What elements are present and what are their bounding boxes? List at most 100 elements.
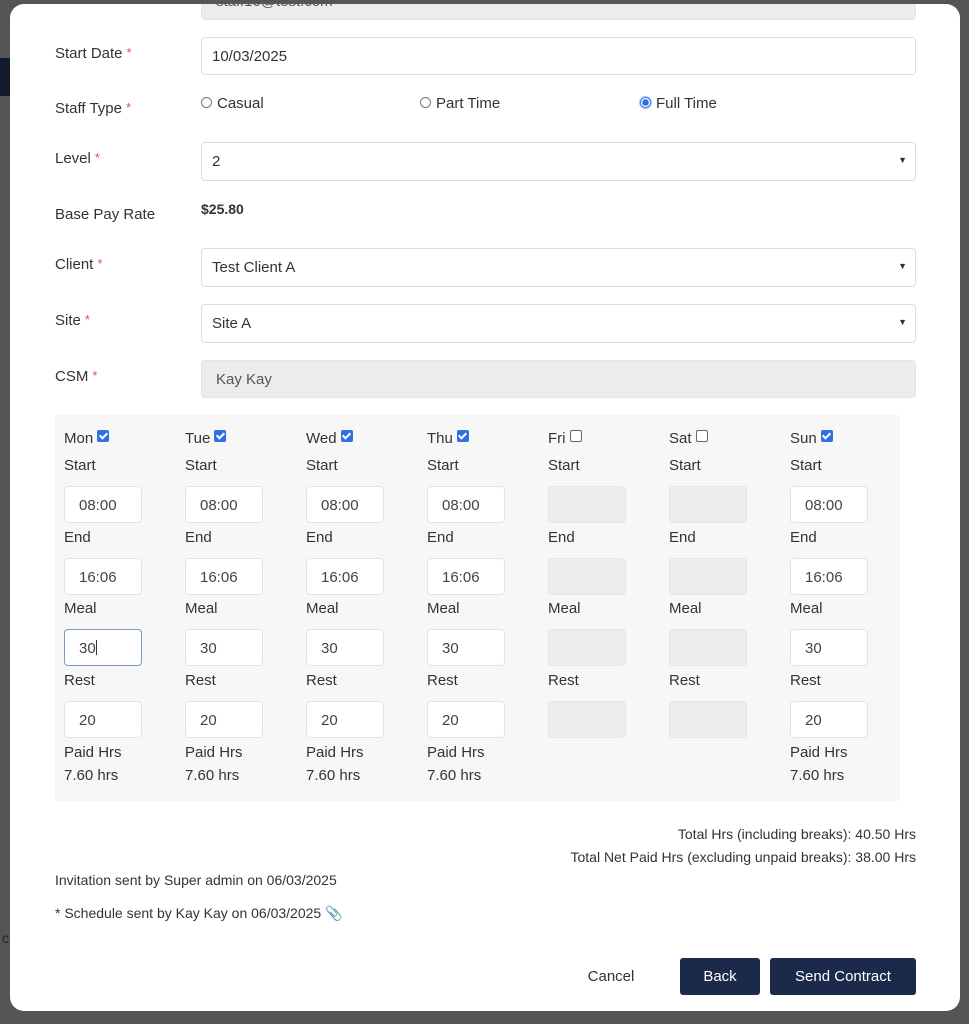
paid-hrs-value: 7.60 hrs (185, 767, 240, 784)
end-input[interactable]: 16:06 (185, 558, 263, 595)
rest-input[interactable]: 20 (185, 701, 263, 738)
total-hours: Total Hrs (including breaks): 40.50 Hrs (677, 826, 916, 842)
end-input[interactable]: 16:06 (427, 558, 505, 595)
end-input[interactable]: 16:06 (306, 558, 384, 595)
meal-input[interactable]: 30 (427, 629, 505, 666)
total-net-paid-hours: Total Net Paid Hrs (excluding unpaid bre… (570, 849, 916, 865)
client-label: Client * (55, 256, 103, 273)
radio-full-time[interactable]: Full Time (640, 95, 717, 112)
day-checkbox[interactable] (340, 430, 353, 442)
level-select[interactable]: 2 ▼ (201, 142, 916, 181)
end-label: End (427, 529, 454, 546)
schedule-note: * Schedule sent by Kay Kay on 06/03/2025… (55, 905, 343, 921)
day-label: Sun (790, 430, 833, 447)
meal-label: Meal (548, 600, 581, 617)
meal-input[interactable]: 30 (790, 629, 868, 666)
start-date-label: Start Date * (55, 45, 132, 62)
rest-input[interactable]: 20 (790, 701, 868, 738)
start-input[interactable]: 08:00 (185, 486, 263, 523)
base-pay-label: Base Pay Rate (55, 206, 156, 223)
cancel-button[interactable]: Cancel (576, 958, 646, 995)
site-label: Site * (55, 312, 90, 329)
day-label: Sat (669, 430, 708, 447)
start-input[interactable]: 08:00 (427, 486, 505, 523)
paperclip-icon[interactable]: 📎 (325, 905, 342, 921)
end-input (548, 558, 626, 595)
paid-hrs-value: 7.60 hrs (306, 767, 361, 784)
base-pay-value: $25.80 (201, 201, 244, 217)
paid-hrs-value: 7.60 hrs (790, 767, 845, 784)
invitation-note: Invitation sent by Super admin on 06/03/… (55, 872, 337, 888)
rest-label: Rest (306, 672, 337, 689)
rest-input (669, 701, 747, 738)
rest-label: Rest (790, 672, 821, 689)
end-input[interactable]: 16:06 (790, 558, 868, 595)
meal-input[interactable]: 30 (306, 629, 384, 666)
rest-label: Rest (669, 672, 700, 689)
end-label: End (306, 529, 333, 546)
end-input[interactable]: 16:06 (64, 558, 142, 595)
contract-modal: staff16@test.com Start Date* 10/03/2025 … (10, 4, 960, 1011)
rest-input[interactable]: 20 (306, 701, 384, 738)
start-label: Start (790, 457, 822, 474)
end-label: End (548, 529, 575, 546)
paid-hrs-value: 7.60 hrs (427, 767, 482, 784)
csm-field: Kay Kay (201, 360, 916, 398)
day-label: Mon (64, 430, 110, 447)
rest-label: Rest (548, 672, 579, 689)
csm-label: CSM * (55, 368, 98, 385)
meal-label: Meal (669, 600, 702, 617)
start-input[interactable]: 08:00 (306, 486, 384, 523)
chevron-down-icon: ▼ (898, 261, 907, 271)
start-input[interactable]: 08:00 (790, 486, 868, 523)
radio-part-time[interactable]: Part Time (420, 95, 500, 112)
start-label: Start (548, 457, 580, 474)
day-checkbox[interactable] (695, 430, 708, 442)
site-select[interactable]: Site A ▼ (201, 304, 916, 343)
paid-hrs-label: Paid Hrs (185, 744, 243, 761)
radio-checked-icon (640, 97, 651, 108)
paid-hrs-label: Paid Hrs (64, 744, 122, 761)
day-checkbox[interactable] (569, 430, 582, 442)
meal-label: Meal (64, 600, 97, 617)
end-input (669, 558, 747, 595)
paid-hrs-label: Paid Hrs (790, 744, 848, 761)
meal-input (669, 629, 747, 666)
end-label: End (64, 529, 91, 546)
start-input[interactable]: 08:00 (64, 486, 142, 523)
radio-unchecked-icon (201, 97, 212, 108)
meal-label: Meal (790, 600, 823, 617)
meal-label: Meal (427, 600, 460, 617)
start-date-input[interactable]: 10/03/2025 (201, 37, 916, 75)
radio-casual[interactable]: Casual (201, 95, 264, 112)
weekly-schedule: Mon Start 08:00 End 16:06 Meal 30 Rest 20 Paid Hr… (55, 415, 900, 801)
text-cursor (95, 640, 97, 655)
rest-label: Rest (64, 672, 95, 689)
background-navbar (0, 58, 10, 96)
client-select[interactable]: Test Client A ▼ (201, 248, 916, 287)
day-checkbox[interactable] (214, 430, 227, 442)
day-label: Fri (548, 430, 582, 447)
start-label: Start (427, 457, 459, 474)
background-text: c (2, 930, 9, 946)
day-checkbox[interactable] (820, 430, 833, 442)
rest-input[interactable]: 20 (64, 701, 142, 738)
meal-input[interactable]: 30 (185, 629, 263, 666)
start-label: Start (185, 457, 217, 474)
paid-hrs-label: Paid Hrs (427, 744, 485, 761)
day-checkbox[interactable] (456, 430, 469, 442)
start-label: Start (669, 457, 701, 474)
day-checkbox[interactable] (97, 430, 110, 442)
rest-input (548, 701, 626, 738)
chevron-down-icon: ▼ (898, 317, 907, 327)
meal-input[interactable]: 30 (64, 629, 142, 666)
paid-hrs-label: Paid Hrs (306, 744, 364, 761)
back-button[interactable]: Back (680, 958, 760, 995)
send-contract-button[interactable]: Send Contract (770, 958, 916, 995)
meal-label: Meal (306, 600, 339, 617)
radio-unchecked-icon (420, 97, 431, 108)
rest-label: Rest (427, 672, 458, 689)
rest-input[interactable]: 20 (427, 701, 505, 738)
start-label: Start (306, 457, 338, 474)
end-label: End (185, 529, 212, 546)
